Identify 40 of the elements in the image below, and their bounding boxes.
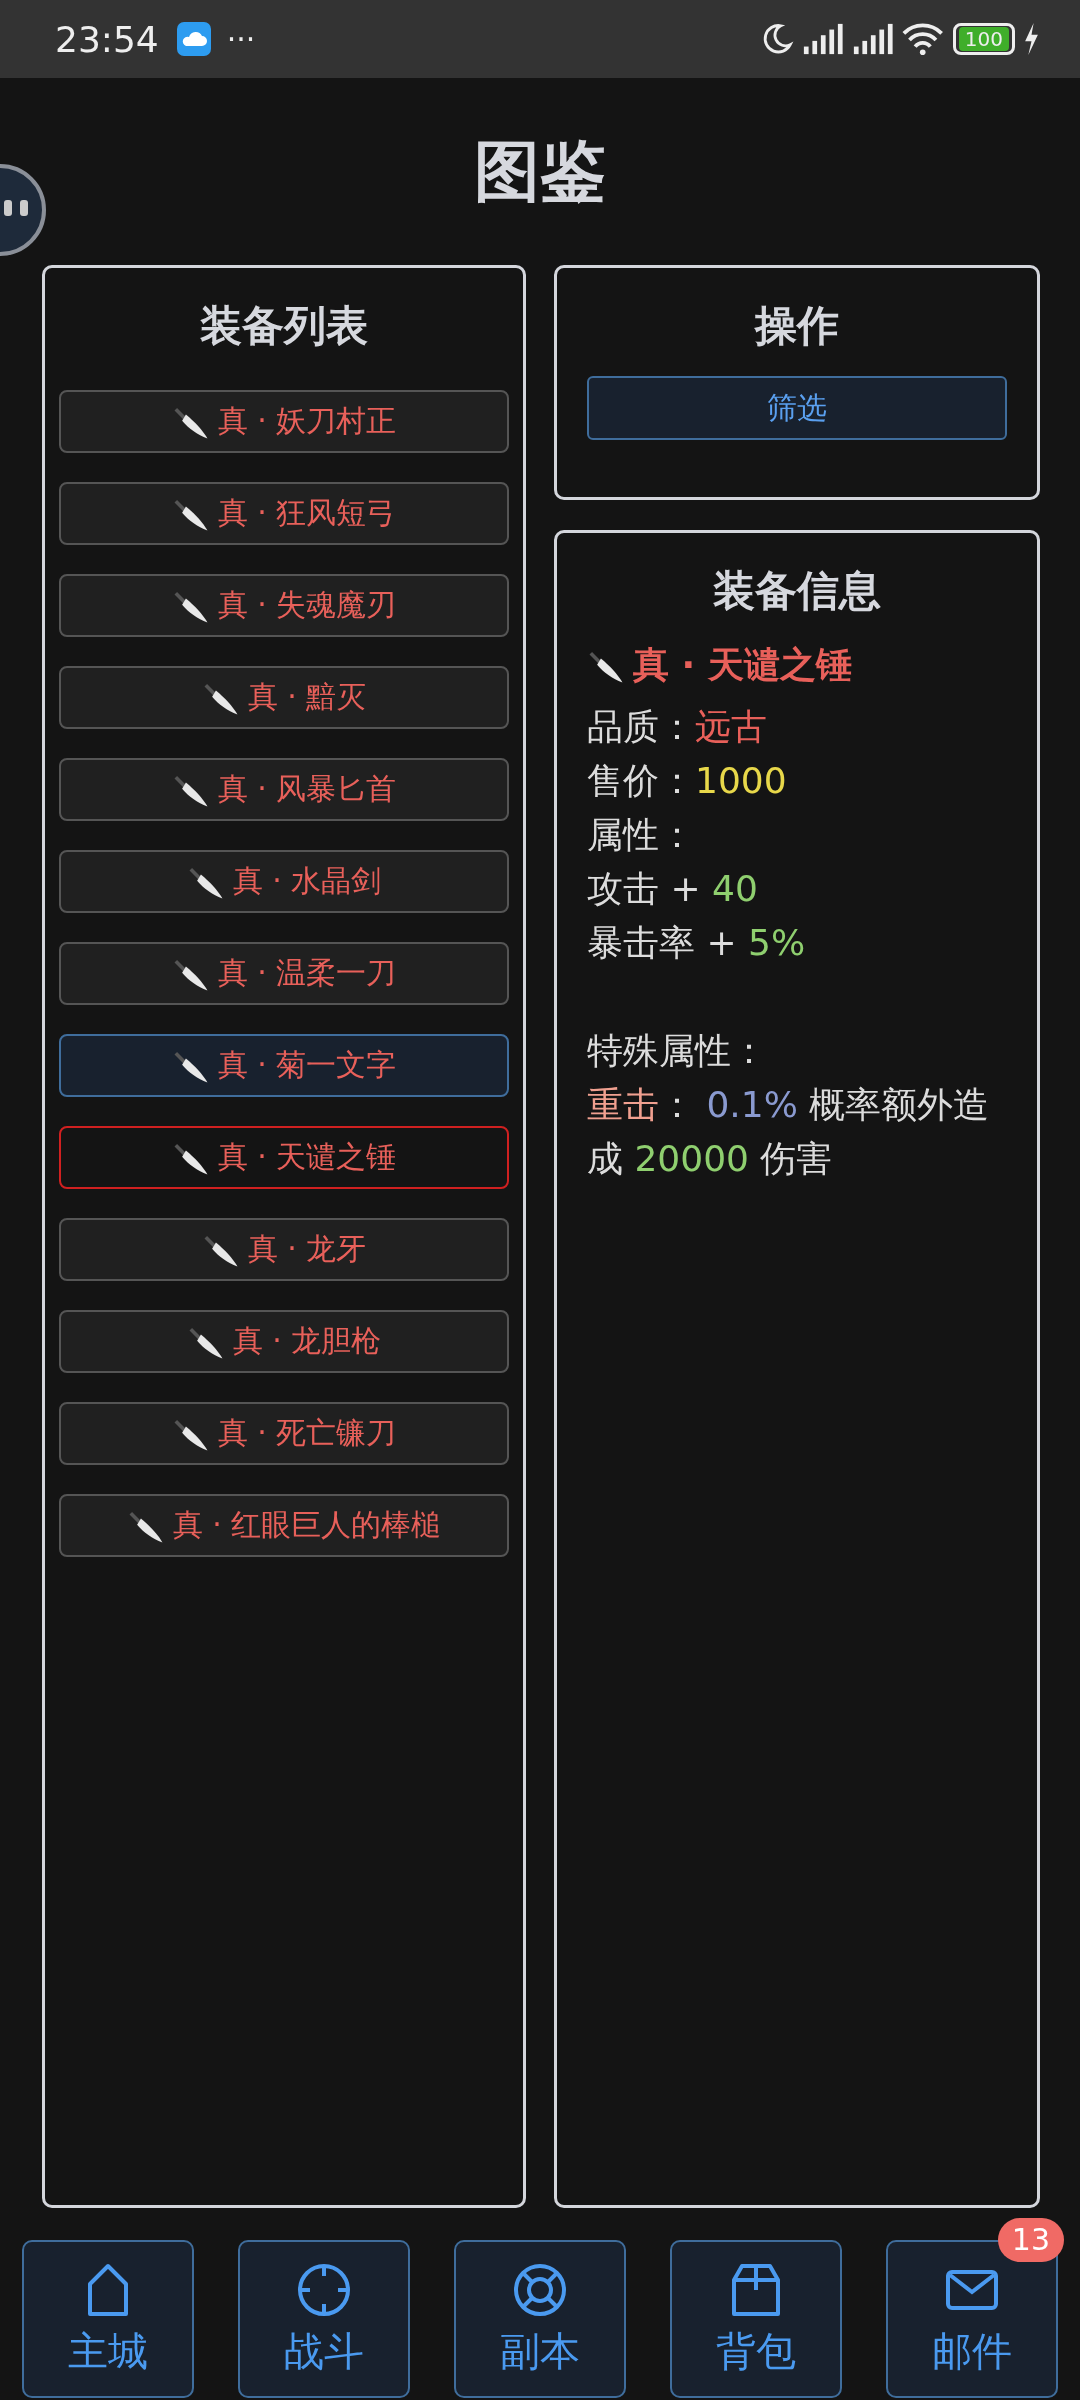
equipment-item[interactable]: 真 · 红眼巨人的棒槌 — [59, 1494, 509, 1557]
info-line: 品质：远古 — [587, 705, 768, 749]
special-description: 重击： 0.1% 概率额外造成 20000 伤害 — [587, 1083, 991, 1181]
equipment-item[interactable]: 真 · 天谴之锤 — [59, 1126, 509, 1189]
nav-tab[interactable]: 背包 — [670, 2240, 842, 2398]
filter-button[interactable]: 筛选 — [587, 376, 1007, 440]
signal-icon — [851, 22, 894, 56]
equipment-item[interactable]: 真 · 水晶剑 — [59, 850, 509, 913]
equipment-item[interactable]: 真 · 温柔一刀 — [59, 942, 509, 1005]
nav-tab[interactable]: 主城 — [22, 2240, 194, 2398]
info-line: 暴击率 + 5% — [587, 921, 807, 965]
equipment-item[interactable]: 真 · 狂风短弓 — [59, 482, 509, 545]
charging-icon — [1023, 22, 1040, 56]
cloud-app-icon — [176, 22, 211, 56]
battery-level: 100 — [958, 27, 1009, 51]
nav-tab[interactable]: 副本 — [454, 2240, 626, 2398]
nav-tab[interactable]: 战斗 — [238, 2240, 410, 2398]
wifi-icon — [901, 22, 945, 56]
page-title: 图鉴 — [474, 131, 606, 212]
equipment-item[interactable]: 真 · 菊一文字 — [59, 1034, 509, 1097]
panel-title: 装备列表 — [199, 300, 369, 352]
count-badge: 13 — [997, 2218, 1064, 2262]
info-line: 属性： — [587, 813, 696, 857]
equipment-name: 真 · 天谴之锤 — [633, 643, 852, 687]
clock: 23:54 — [55, 18, 159, 60]
signal-icon — [802, 22, 844, 56]
panel-title: 操作 — [753, 300, 840, 352]
assistant-bubble-icon — [0, 162, 46, 258]
info-line: 特殊属性： — [587, 1029, 768, 1073]
more-icon: ··· — [226, 21, 256, 57]
info-line: 攻击 + 40 — [587, 867, 759, 911]
equipment-item[interactable]: 真 · 死亡镰刀 — [59, 1402, 509, 1465]
info-line: 售价：1000 — [587, 759, 788, 803]
equipment-item[interactable]: 真 · 龙牙 — [59, 1218, 509, 1281]
panel-title: 装备信息 — [712, 565, 882, 617]
equipment-item[interactable]: 真 · 失魂魔刃 — [59, 574, 509, 637]
equipment-item[interactable]: 真 · 风暴匕首 — [59, 758, 509, 821]
equipment-item[interactable]: 真 · 黯灭 — [59, 666, 509, 729]
equipment-item[interactable]: 真 · 龙胆枪 — [59, 1310, 509, 1373]
equipment-item[interactable]: 真 · 妖刀村正 — [59, 390, 509, 453]
